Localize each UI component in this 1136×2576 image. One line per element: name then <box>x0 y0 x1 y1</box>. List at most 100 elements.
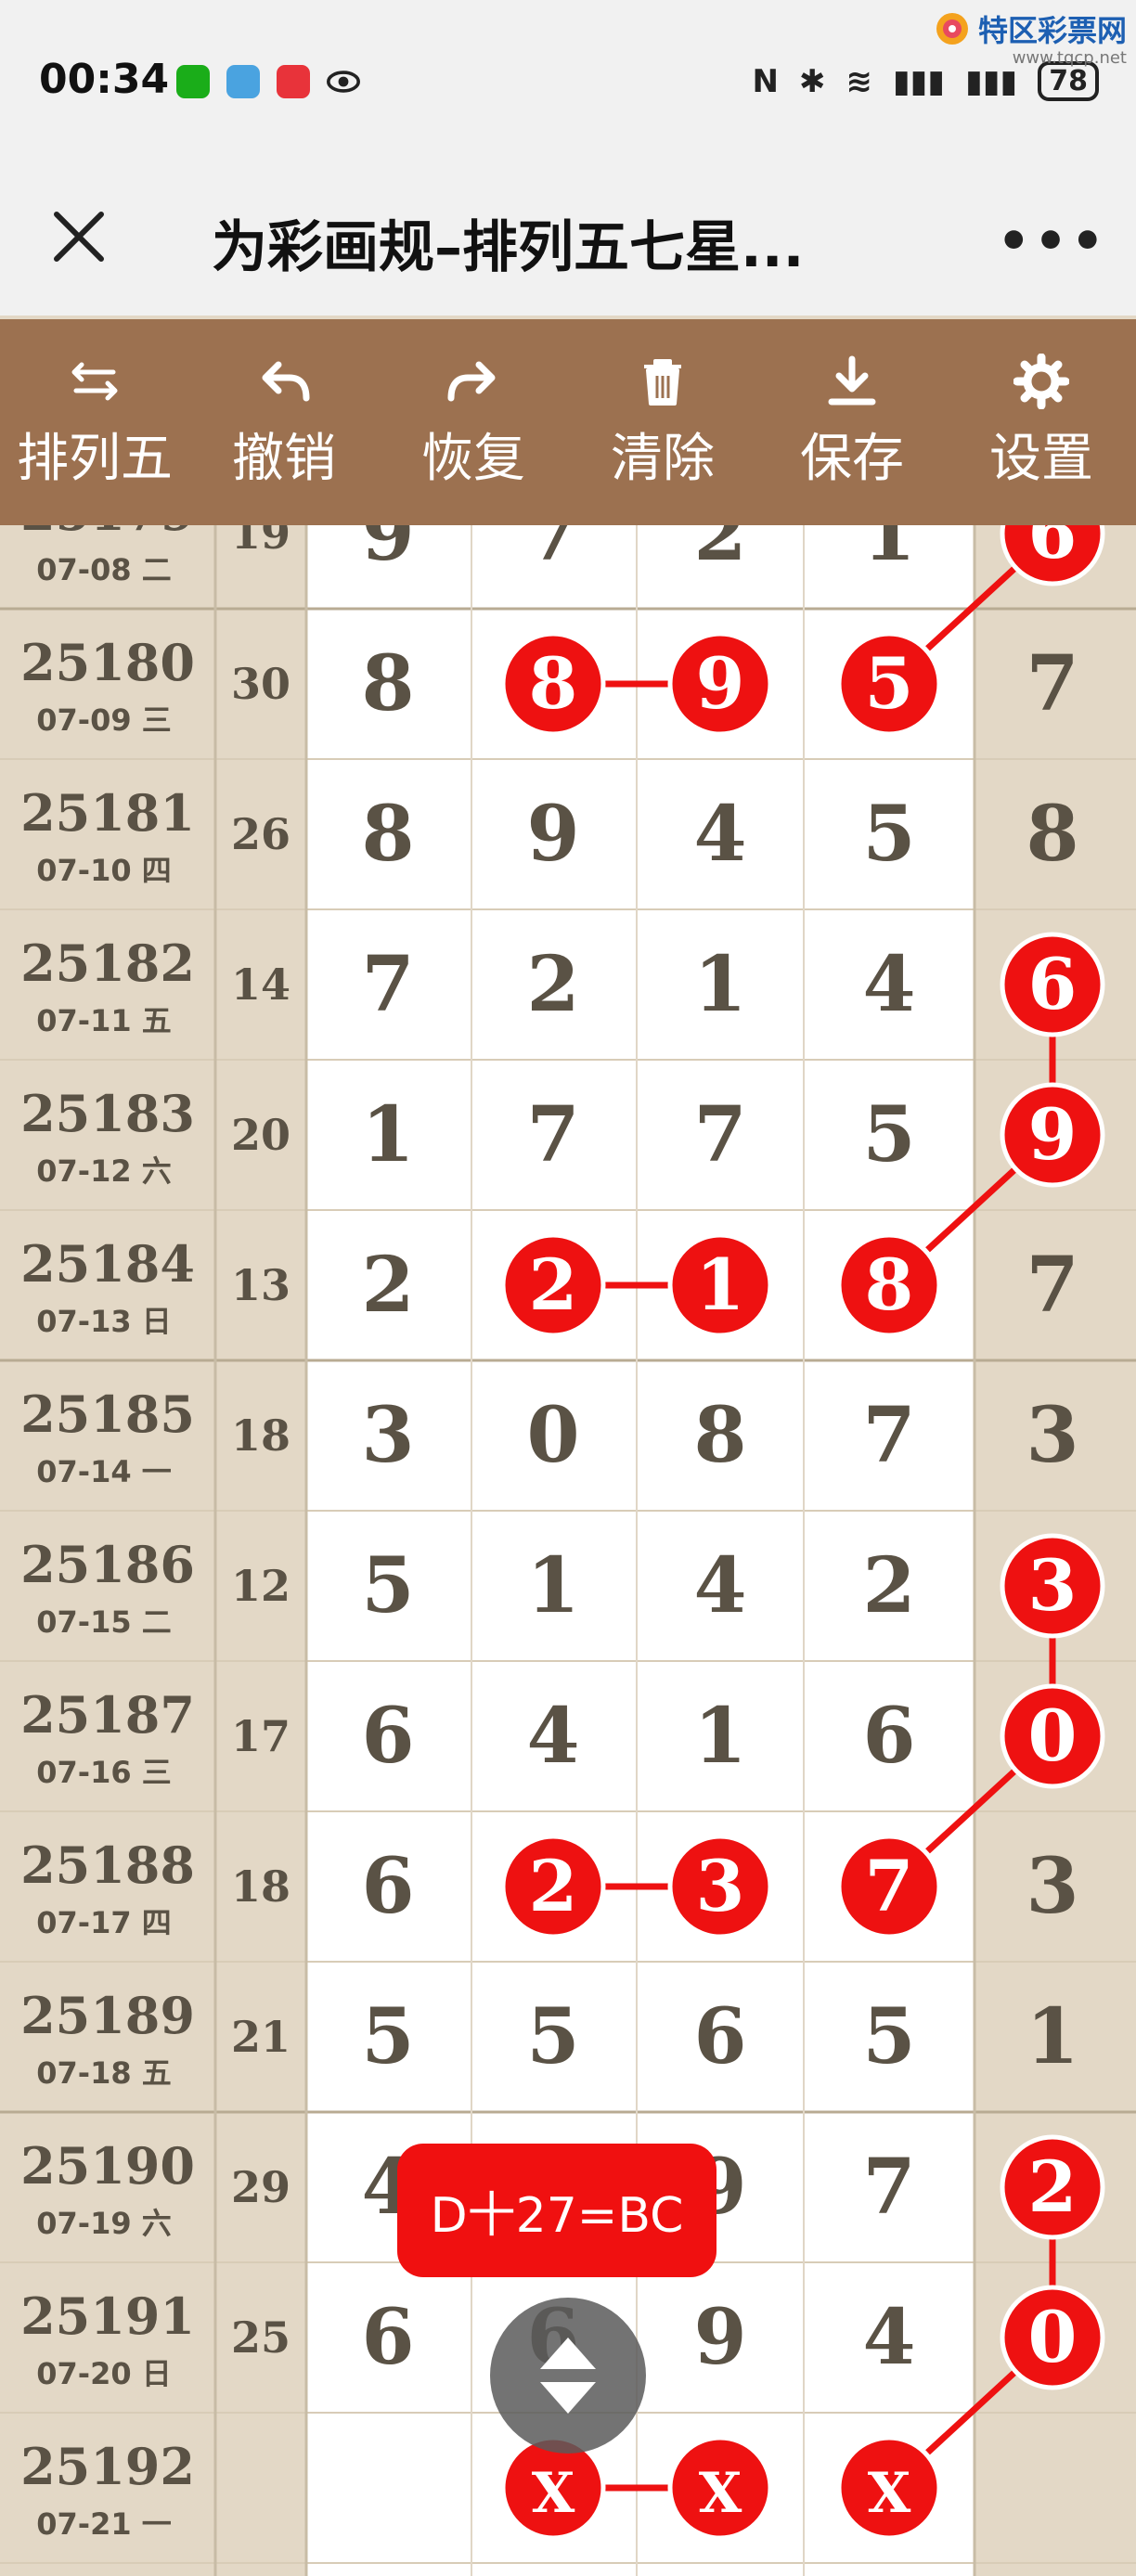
digit-cell: 1 <box>361 1090 414 1179</box>
digit-cell: 6 <box>693 1992 746 2081</box>
toolbar-clear-button[interactable]: 清除 <box>568 319 757 525</box>
highlighted-digit: 7 <box>865 1845 914 1927</box>
issue-date: 07-11 五 <box>36 1003 172 1038</box>
undo-icon <box>262 361 310 401</box>
more-options-button[interactable]: ••• <box>997 204 1104 278</box>
highlighted-digit: 9 <box>1028 1093 1078 1176</box>
status-time: 00:34 <box>39 56 170 103</box>
formula-badge[interactable]: D十27=BC <box>397 2144 716 2277</box>
highlighted-digit: 6 <box>1028 943 1078 1025</box>
status-bar: 00:34 N ✱ ≋ ▮▮▮ ▮▮▮ 78 特区彩票网 www.tqcp.ne… <box>0 0 1136 167</box>
digit-cell: 4 <box>526 1692 579 1781</box>
signal-icon: ▮▮▮ <box>892 62 946 100</box>
digit-cell: 4 <box>693 1541 746 1630</box>
scroll-toggle-button[interactable] <box>490 2298 646 2454</box>
issue-number: 25184 <box>20 1234 195 1294</box>
digit-cell: 5 <box>862 790 915 879</box>
digit-cell: 7 <box>526 525 579 578</box>
sum-value: 12 <box>231 1561 290 1611</box>
toolbar-redo-button[interactable]: 恢复 <box>379 319 568 525</box>
issue-date: 07-12 六 <box>36 1153 172 1189</box>
digit-cell: 7 <box>693 1090 746 1179</box>
toolbar-label: 设置 <box>989 428 1093 489</box>
toolbar-label: 清除 <box>611 428 715 489</box>
sum-value: 25 <box>231 2312 290 2363</box>
page-title: 为彩画规–排列五七星... <box>212 215 805 280</box>
digit-cell: 4 <box>862 2293 915 2382</box>
bluetooth-icon: ✱ <box>798 62 826 100</box>
issue-number: 25187 <box>20 1685 195 1745</box>
wechat-icon <box>176 65 210 98</box>
highlighted-digit: 8 <box>865 1243 914 1326</box>
swap-icon <box>71 362 118 400</box>
toolbar-undo-button[interactable]: 撤销 <box>189 319 379 525</box>
watermark-logo: 特区彩票网 <box>934 7 1127 50</box>
sum-value: 18 <box>231 1861 290 1912</box>
status-app-icons <box>176 65 360 98</box>
app-icon <box>277 65 310 98</box>
eye-icon <box>327 65 360 98</box>
digit-cell: 3 <box>1026 1391 1078 1480</box>
digit-cell: 5 <box>526 1992 579 2081</box>
digit-cell: 6 <box>361 2293 414 2382</box>
highlighted-digit: 3 <box>1028 1544 1078 1627</box>
highlighted-digit: 0 <box>1028 2296 1078 2378</box>
digit-cell: 8 <box>361 790 414 879</box>
gear-icon <box>1013 353 1069 409</box>
issue-date: 07-09 三 <box>36 702 172 738</box>
digit-cell: 5 <box>862 1090 915 1179</box>
highlighted-digit: X <box>868 2461 911 2526</box>
issue-number: 25192 <box>20 2437 195 2496</box>
issue-date: 07-10 四 <box>36 853 172 888</box>
digit-cell: 8 <box>361 639 414 728</box>
nfc-icon: N <box>752 62 779 100</box>
digit-cell: 2 <box>526 940 579 1029</box>
digit-cell: 5 <box>361 1541 414 1630</box>
download-icon <box>828 355 876 405</box>
digit-cell: 6 <box>862 1692 915 1781</box>
issue-number: 25182 <box>20 934 195 993</box>
watermark-url: www.tqcp.net <box>1012 48 1127 68</box>
digit-cell: 0 <box>526 1391 579 1480</box>
sum-value: 17 <box>231 1711 290 1761</box>
issue-number: 25186 <box>20 1535 195 1594</box>
issue-number: 25191 <box>20 2286 195 2346</box>
toolbar-save-button[interactable]: 保存 <box>757 319 947 525</box>
highlighted-digit: 2 <box>1028 2145 1078 2228</box>
sum-value: 14 <box>231 960 290 1010</box>
highlighted-digit: 1 <box>696 1243 745 1326</box>
issue-date: 07-19 六 <box>36 2206 172 2241</box>
highlighted-digit: X <box>532 2461 575 2526</box>
issue-number: 25181 <box>20 783 195 843</box>
digit-cell: 7 <box>1026 639 1078 728</box>
toolbar-lottery-type-button[interactable]: 排列五 <box>0 319 189 525</box>
watermark-icon <box>936 13 968 45</box>
issue-date: 07-08 二 <box>36 552 172 587</box>
sum-value: 19 <box>231 525 290 559</box>
digit-cell: 1 <box>693 940 746 1029</box>
highlighted-digit: 2 <box>529 1243 578 1326</box>
issue-date: 07-14 一 <box>36 1454 172 1489</box>
highlighted-digit: 5 <box>865 642 914 725</box>
watermark-name: 特区彩票网 <box>977 13 1127 48</box>
issue-date: 07-20 日 <box>36 2356 172 2391</box>
issue-number: 25180 <box>20 633 195 692</box>
wifi-icon: ≋ <box>846 62 872 100</box>
digit-cell: 3 <box>1026 1842 1078 1931</box>
toolbar-settings-button[interactable]: 设置 <box>947 319 1136 525</box>
trash-icon <box>644 358 681 406</box>
toolbar-label: 排列五 <box>17 428 173 489</box>
digit-cell: 7 <box>526 1090 579 1179</box>
digit-cell: 3 <box>361 1391 414 1480</box>
close-button[interactable] <box>37 195 121 278</box>
sum-value: 20 <box>231 1110 290 1160</box>
digit-cell: 7 <box>862 2143 915 2232</box>
digit-cell: 7 <box>1026 1241 1078 1330</box>
issue-number: 25179 <box>20 525 195 542</box>
issue-date: 07-18 五 <box>36 2055 172 2091</box>
digit-cell: 9 <box>526 790 579 879</box>
highlighted-digit: X <box>699 2461 742 2526</box>
digit-cell: 7 <box>361 940 414 1029</box>
redo-icon <box>447 361 496 401</box>
sum-value: 26 <box>231 809 290 859</box>
